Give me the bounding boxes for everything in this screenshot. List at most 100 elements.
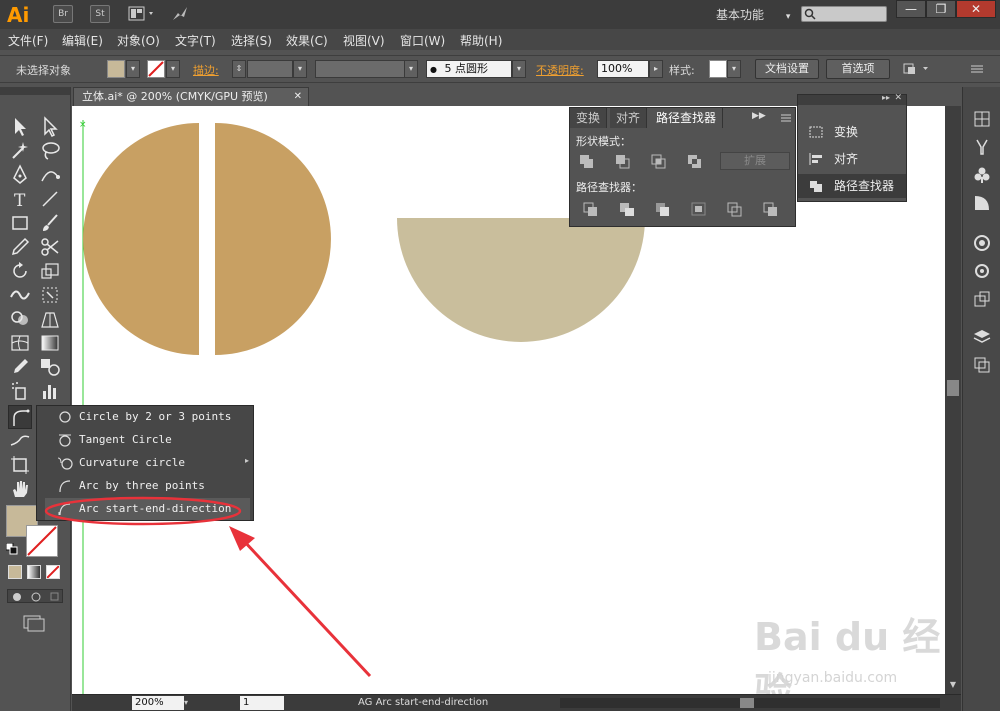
column-graph-tool-icon[interactable]	[38, 379, 62, 403]
tab-align[interactable]: 对齐	[610, 108, 648, 128]
tab-pathfinder[interactable]: 路径查找器	[650, 108, 724, 128]
trim-icon[interactable]	[618, 201, 636, 217]
document-tab-close-icon[interactable]: ✕	[294, 88, 302, 106]
preferences-button[interactable]: 首选项	[826, 59, 890, 79]
divide-icon[interactable]	[582, 201, 600, 217]
graphic-style-swatch[interactable]	[709, 60, 727, 78]
none-mode-icon[interactable]	[46, 565, 60, 579]
rotate-tool-icon[interactable]	[8, 259, 32, 283]
arc-tool-icon[interactable]	[8, 405, 32, 429]
minimize-button[interactable]: —	[896, 0, 926, 18]
dock-item-transform[interactable]: 变换	[798, 120, 906, 144]
symbol-sprayer-tool-icon[interactable]	[8, 379, 32, 403]
minus-front-icon[interactable]	[614, 153, 632, 169]
type-tool-icon[interactable]: T	[8, 187, 32, 211]
creative-cloud-libraries-icon[interactable]	[972, 233, 992, 253]
panel-menu-icon[interactable]	[968, 62, 986, 76]
opacity-dropdown[interactable]: ▸	[649, 60, 663, 78]
fill-swatch[interactable]	[107, 60, 125, 78]
menu-object[interactable]: 对象(O)	[117, 32, 160, 49]
flyout-item-tangent-circle[interactable]: Tangent Circle	[45, 429, 250, 451]
right-half-circle[interactable]	[215, 123, 331, 355]
bottom-half-circle[interactable]	[397, 218, 645, 342]
color-mode-icon[interactable]	[8, 565, 22, 579]
document-tab[interactable]: 立体.ai* @ 200% (CMYK/GPU 预览) ✕	[73, 87, 309, 106]
opacity-label[interactable]: 不透明度:	[536, 62, 584, 78]
pathfinder-menu-icon[interactable]	[776, 111, 794, 125]
gradient-tool-icon[interactable]	[38, 331, 62, 355]
fill-dropdown[interactable]: ▾	[126, 60, 140, 78]
menu-help[interactable]: 帮助(H)	[460, 32, 502, 49]
stroke-weight-stepper[interactable]: ⇕	[232, 60, 246, 78]
zoom-dropdown-icon[interactable]: ▾	[184, 696, 196, 710]
dock-item-align[interactable]: 对齐	[798, 147, 906, 171]
hand-tool-icon[interactable]	[8, 477, 32, 501]
appearance-panel-icon[interactable]	[972, 261, 992, 281]
flyout-item-arc-three-points[interactable]: Arc by three points	[45, 475, 250, 497]
crop-icon[interactable]	[690, 201, 708, 217]
stroke-color-swatch[interactable]	[26, 525, 58, 557]
brush-definition[interactable]: ● 5 点圆形	[426, 60, 512, 78]
close-button[interactable]: ✕	[956, 0, 996, 18]
curvature-tool-icon[interactable]	[38, 163, 62, 187]
magic-wand-tool-icon[interactable]	[8, 139, 32, 163]
selection-tool-icon[interactable]	[8, 115, 32, 139]
merge-icon[interactable]	[654, 201, 672, 217]
arrange-documents-icon[interactable]	[128, 6, 158, 22]
shape-builder-tool-icon[interactable]	[8, 307, 32, 331]
menu-edit[interactable]: 编辑(E)	[62, 32, 103, 49]
menu-window[interactable]: 窗口(W)	[400, 32, 445, 49]
brush-dropdown[interactable]: ▾	[512, 60, 526, 78]
collapse-panel-icon[interactable]: ▶▶	[752, 111, 766, 125]
menu-file[interactable]: 文件(F)	[8, 32, 48, 49]
slice-tool-icon[interactable]	[8, 429, 32, 453]
line-segment-tool-icon[interactable]	[38, 187, 62, 211]
menu-select[interactable]: 选择(S)	[231, 32, 272, 49]
menu-effect[interactable]: 效果(C)	[286, 32, 328, 49]
artboards-panel-icon[interactable]	[972, 355, 992, 375]
flyout-item-curvature-circle[interactable]: Curvature circle	[45, 452, 250, 474]
horizontal-scroll-thumb[interactable]	[740, 698, 754, 708]
gradient-mode-icon[interactable]	[27, 565, 41, 579]
paintbrush-tool-icon[interactable]	[38, 211, 62, 235]
dock-item-pathfinder[interactable]: 路径查找器	[798, 174, 906, 198]
intersect-icon[interactable]	[650, 153, 668, 169]
variable-width-profile[interactable]	[315, 60, 405, 78]
panel-group-header[interactable]: ▸▸ ✕	[798, 93, 906, 105]
expand-button[interactable]: 扩展	[720, 152, 790, 170]
flyout-tearoff-icon[interactable]: ▸	[245, 456, 249, 465]
flyout-item-circle-2-3-points[interactable]: Circle by 2 or 3 points	[45, 406, 250, 428]
symbols-panel-icon[interactable]	[972, 165, 992, 185]
vertical-scroll-thumb[interactable]	[947, 380, 959, 396]
direct-selection-tool-icon[interactable]	[38, 115, 62, 139]
horizontal-scrollbar[interactable]	[560, 698, 940, 708]
swatches-panel-icon[interactable]	[972, 109, 992, 129]
exclude-icon[interactable]	[686, 153, 704, 169]
artboard-tool-icon[interactable]	[8, 453, 32, 477]
lasso-tool-icon[interactable]	[38, 139, 62, 163]
sync-icon[interactable]	[170, 4, 190, 24]
tools-panel-header[interactable]	[0, 87, 70, 95]
stock-button[interactable]: St	[90, 5, 110, 23]
stroke-weight-dropdown[interactable]: ▾	[293, 60, 307, 78]
document-setup-button[interactable]: 文档设置	[755, 59, 819, 79]
default-colors-icon[interactable]	[5, 542, 18, 555]
draw-mode-buttons[interactable]	[7, 589, 63, 603]
left-half-circle[interactable]	[83, 123, 199, 355]
asset-export-panel-icon[interactable]	[972, 289, 992, 309]
expand-dock-icon[interactable]: ▸▸	[882, 93, 890, 102]
perspective-grid-tool-icon[interactable]	[38, 307, 62, 331]
tab-transform[interactable]: 变换	[570, 108, 608, 128]
menu-type[interactable]: 文字(T)	[175, 32, 216, 49]
mesh-tool-icon[interactable]	[8, 331, 32, 355]
workspace-switcher[interactable]: 基本功能 ▾	[716, 6, 790, 23]
rectangle-tool-icon[interactable]	[8, 211, 32, 235]
screen-mode-icon[interactable]	[22, 614, 46, 632]
brushes-panel-icon[interactable]	[972, 137, 992, 157]
help-search-input[interactable]	[801, 6, 887, 22]
scale-tool-icon[interactable]	[38, 259, 62, 283]
outline-icon[interactable]	[726, 201, 744, 217]
stroke-weight-input[interactable]	[247, 60, 293, 78]
stroke-dropdown[interactable]: ▾	[166, 60, 180, 78]
eyedropper-tool-icon[interactable]	[8, 355, 32, 379]
